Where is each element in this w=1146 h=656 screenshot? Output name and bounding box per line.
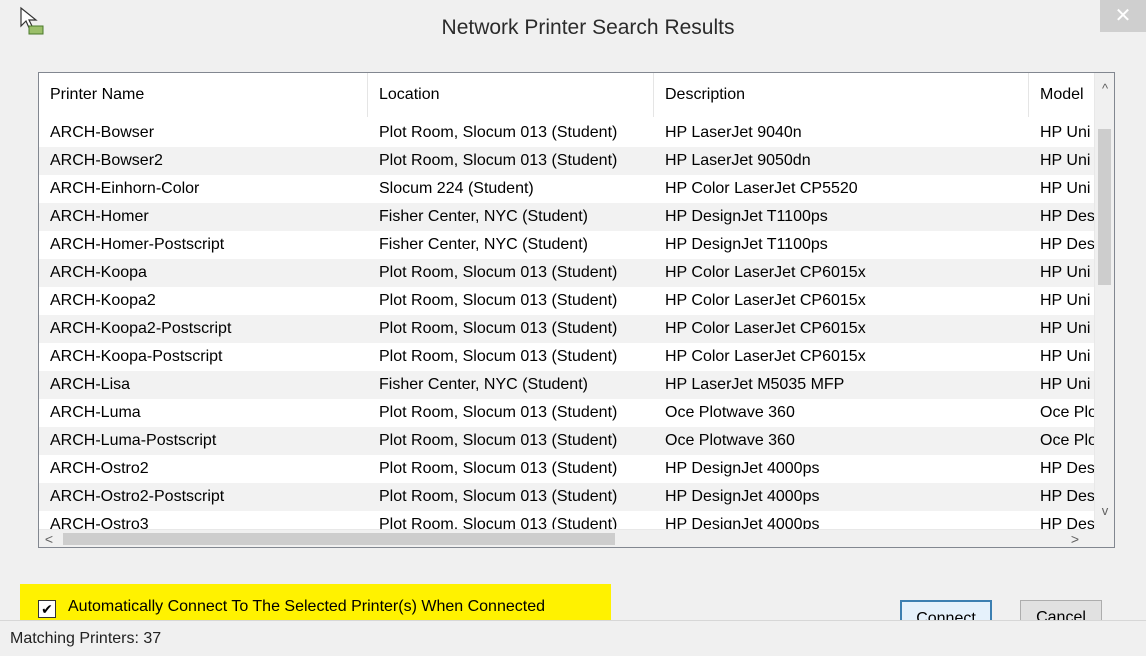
location-cell: Fisher Center, NYC (Student) — [379, 236, 588, 253]
location-cell: Plot Room, Slocum 013 (Student) — [379, 404, 618, 421]
scroll-down-icon[interactable]: v — [1095, 501, 1114, 521]
printer-name-cell: ARCH-Homer — [50, 208, 149, 225]
table-row[interactable]: ARCH-Bowser Plot Room, Slocum 013 (Studen… — [39, 119, 1095, 147]
model-cell: Oce Plo — [1040, 432, 1095, 449]
column-header-model[interactable]: Model — [1029, 73, 1095, 117]
printer-list[interactable]: Printer Name Location Description Model … — [38, 72, 1115, 548]
location-cell: Slocum 224 (Student) — [379, 180, 534, 197]
model-cell: HP Uni — [1040, 348, 1091, 365]
table-row[interactable]: ARCH-Ostro2-Postscript Plot Room, Slocum … — [39, 483, 1095, 511]
printer-name-cell: ARCH-Bowser2 — [50, 152, 163, 169]
model-cell: HP Uni — [1040, 180, 1091, 197]
printer-name-cell: ARCH-Koopa2-Postscript — [50, 320, 232, 337]
printer-name-cell: ARCH-Luma-Postscript — [50, 432, 217, 449]
printer-name-cell: ARCH-Ostro3 — [50, 516, 149, 531]
location-cell: Fisher Center, NYC (Student) — [379, 376, 588, 393]
model-cell: HP Uni — [1040, 320, 1091, 337]
model-cell: HP Des — [1040, 460, 1095, 477]
printer-name-cell: ARCH-Koopa — [50, 264, 147, 281]
printer-name-cell: ARCH-Koopa2 — [50, 292, 156, 309]
description-cell: HP DesignJet T1100ps — [665, 236, 828, 253]
location-cell: Plot Room, Slocum 013 (Student) — [379, 516, 618, 531]
model-cell: HP Uni — [1040, 292, 1091, 309]
model-cell: HP Des — [1040, 488, 1095, 505]
list-rows: ARCH-Bowser Plot Room, Slocum 013 (Studen… — [39, 119, 1095, 531]
location-cell: Plot Room, Slocum 013 (Student) — [379, 460, 618, 477]
auto-connect-label[interactable]: Automatically Connect To The Selected Pr… — [68, 598, 545, 616]
printer-name-cell: ARCH-Homer-Postscript — [50, 236, 225, 253]
description-cell: HP Color LaserJet CP6015x — [665, 292, 866, 309]
table-row[interactable]: ARCH-Bowser2 Plot Room, Slocum 013 (Stude… — [39, 147, 1095, 175]
matching-printers-count: Matching Printers: 37 — [10, 630, 162, 647]
location-cell: Plot Room, Slocum 013 (Student) — [379, 488, 618, 505]
table-row[interactable]: ARCH-Lisa Fisher Center, NYC (Student) HP … — [39, 371, 1095, 399]
location-cell: Plot Room, Slocum 013 (Student) — [379, 152, 618, 169]
location-cell: Plot Room, Slocum 013 (Student) — [379, 124, 618, 141]
description-cell: HP Color LaserJet CP6015x — [665, 264, 866, 281]
column-header-location[interactable]: Location — [368, 73, 654, 117]
model-cell: HP Uni — [1040, 264, 1091, 281]
model-cell: HP Uni — [1040, 152, 1091, 169]
title-bar: Network Printer Search Results ✕ — [0, 0, 1146, 60]
table-row[interactable]: ARCH-Ostro3 Plot Room, Slocum 013 (Studen… — [39, 511, 1095, 531]
column-header-printer-name[interactable]: Printer Name — [39, 73, 368, 117]
location-cell: Plot Room, Slocum 013 (Student) — [379, 264, 618, 281]
description-cell: HP LaserJet 9040n — [665, 124, 802, 141]
scroll-up-icon[interactable]: ^ — [1095, 79, 1114, 99]
printer-name-cell: ARCH-Ostro2 — [50, 460, 149, 477]
model-cell: HP Uni — [1040, 124, 1091, 141]
horizontal-scrollbar[interactable]: < > — [39, 529, 1095, 547]
table-row[interactable]: ARCH-Koopa2 Plot Room, Slocum 013 (Studen… — [39, 287, 1095, 315]
auto-connect-checkbox[interactable]: ✔ — [38, 600, 56, 618]
table-row[interactable]: ARCH-Koopa-Postscript Plot Room, Slocum 0… — [39, 343, 1095, 371]
description-cell: HP Color LaserJet CP6015x — [665, 320, 866, 337]
model-cell: HP Des — [1040, 516, 1095, 531]
column-header-description[interactable]: Description — [654, 73, 1029, 117]
model-cell: HP Des — [1040, 208, 1095, 225]
location-cell: Plot Room, Slocum 013 (Student) — [379, 348, 618, 365]
list-header: Printer Name Location Description Model — [39, 73, 1095, 117]
description-cell: HP LaserJet 9050dn — [665, 152, 811, 169]
vertical-scrollbar[interactable]: ^ v — [1094, 73, 1114, 531]
printer-name-cell: ARCH-Bowser — [50, 124, 155, 141]
printer-name-cell: ARCH-Lisa — [50, 376, 131, 393]
table-row[interactable]: ARCH-Homer-Postscript Fisher Center, NYC … — [39, 231, 1095, 259]
description-cell: HP DesignJet 4000ps — [665, 516, 820, 531]
window-title: Network Printer Search Results — [441, 16, 735, 39]
scroll-right-icon[interactable]: > — [1065, 530, 1085, 547]
scroll-left-icon[interactable]: < — [39, 530, 59, 547]
printer-name-cell: ARCH-Einhorn-Color — [50, 180, 200, 197]
status-bar: Matching Printers: 37 — [0, 620, 1146, 656]
table-row[interactable]: ARCH-Koopa Plot Room, Slocum 013 (Student… — [39, 259, 1095, 287]
horizontal-scroll-thumb[interactable] — [63, 533, 615, 545]
description-cell: HP Color LaserJet CP5520 — [665, 180, 858, 197]
description-cell: Oce Plotwave 360 — [665, 432, 795, 449]
printer-name-cell: ARCH-Ostro2-Postscript — [50, 488, 225, 505]
location-cell: Plot Room, Slocum 013 (Student) — [379, 320, 618, 337]
description-cell: HP LaserJet M5035 MFP — [665, 376, 845, 393]
location-cell: Plot Room, Slocum 013 (Student) — [379, 432, 618, 449]
description-cell: Oce Plotwave 360 — [665, 404, 795, 421]
model-cell: HP Uni — [1040, 376, 1091, 393]
description-cell: HP DesignJet 4000ps — [665, 488, 820, 505]
close-button[interactable]: ✕ — [1100, 0, 1146, 32]
table-row[interactable]: ARCH-Koopa2-Postscript Plot Room, Slocum … — [39, 315, 1095, 343]
model-cell: HP Des — [1040, 236, 1095, 253]
description-cell: HP DesignJet T1100ps — [665, 208, 828, 225]
table-row[interactable]: ARCH-Luma Plot Room, Slocum 013 (Student)… — [39, 399, 1095, 427]
location-cell: Fisher Center, NYC (Student) — [379, 208, 588, 225]
description-cell: HP DesignJet 4000ps — [665, 460, 820, 477]
table-row[interactable]: ARCH-Einhorn-Color Slocum 224 (Student) HP… — [39, 175, 1095, 203]
description-cell: HP Color LaserJet CP6015x — [665, 348, 866, 365]
table-row[interactable]: ARCH-Ostro2 Plot Room, Slocum 013 (Studen… — [39, 455, 1095, 483]
table-row[interactable]: ARCH-Luma-Postscript Plot Room, Slocum 01… — [39, 427, 1095, 455]
table-row[interactable]: ARCH-Homer Fisher Center, NYC (Student) HP… — [39, 203, 1095, 231]
location-cell: Plot Room, Slocum 013 (Student) — [379, 292, 618, 309]
printer-name-cell: ARCH-Luma — [50, 404, 141, 421]
scrollbar-corner — [1094, 529, 1114, 547]
printer-name-cell: ARCH-Koopa-Postscript — [50, 348, 223, 365]
model-cell: Oce Plo — [1040, 404, 1095, 421]
vertical-scroll-thumb[interactable] — [1098, 129, 1111, 285]
